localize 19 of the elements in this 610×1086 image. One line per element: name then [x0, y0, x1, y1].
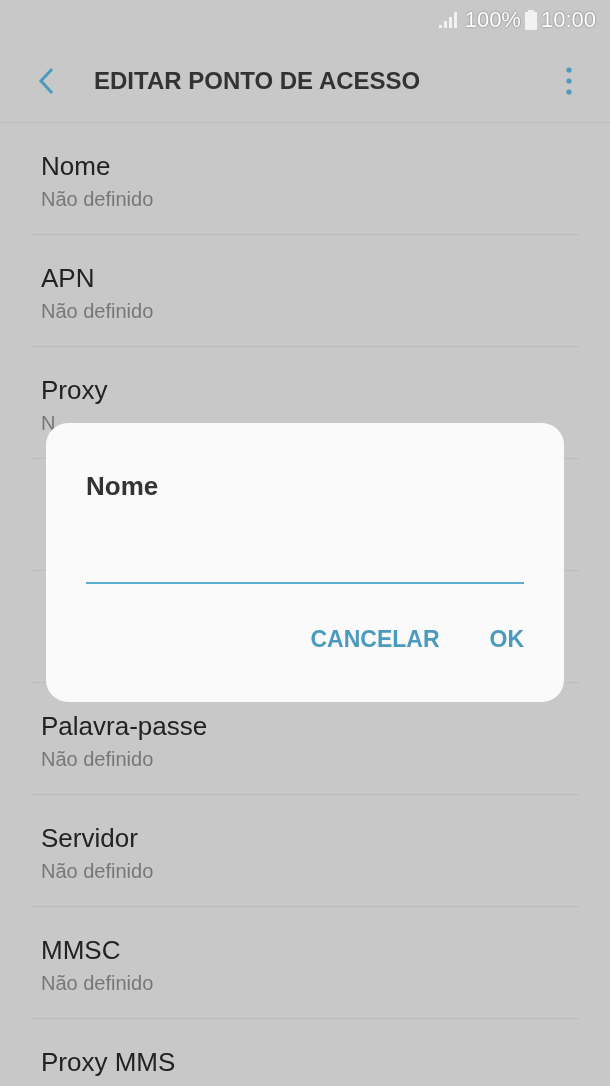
page-title: EDITAR PONTO DE ACESSO: [94, 67, 422, 95]
setting-title[interactable]: Proxy MMS: [41, 1047, 579, 1077]
setting-title[interactable]: APN: [41, 263, 579, 293]
setting-value: N: [41, 411, 57, 435]
setting-title[interactable]: Proxy: [41, 375, 579, 405]
setting-value: Não definido: [41, 187, 155, 211]
setting-value: Não definido: [41, 859, 155, 883]
setting-value: Não definido: [41, 971, 155, 995]
setting-title[interactable]: MMSC: [41, 935, 579, 965]
setting-value: Não definido: [41, 299, 155, 323]
setting-title[interactable]: Nome: [41, 151, 579, 181]
signal-icon: [438, 12, 459, 28]
setting-title[interactable]: Servidor: [41, 823, 579, 853]
setting-title[interactable]: Palavra-passe: [41, 711, 579, 741]
battery-icon: [524, 10, 537, 30]
dialog-title: Nome: [86, 471, 160, 502]
more-options-icon[interactable]: [566, 67, 572, 95]
back-icon[interactable]: [38, 67, 54, 95]
setting-value: Não definido: [41, 747, 155, 771]
